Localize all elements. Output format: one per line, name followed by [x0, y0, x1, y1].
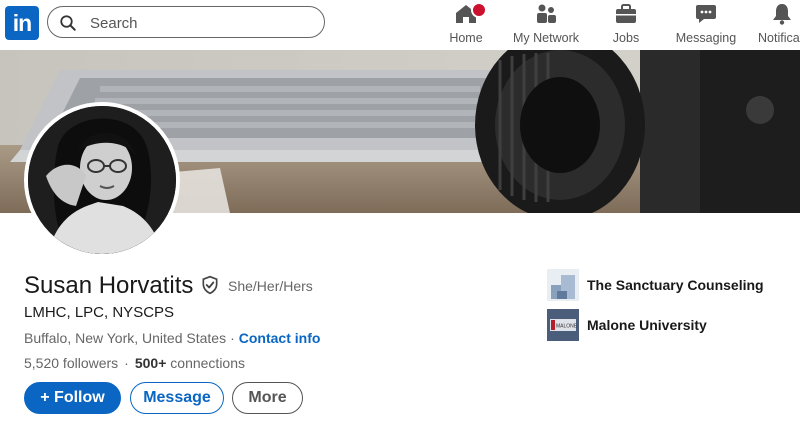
more-button[interactable]: More — [232, 382, 303, 414]
followers-count: 5,520 followers — [24, 355, 119, 371]
org-name-sanctuary: The Sanctuary Counseling — [587, 277, 764, 293]
malone-logo: MALONE — [547, 309, 579, 341]
network-icon — [537, 4, 556, 23]
profile-location-row: Buffalo, New York, United States · Contact… — [24, 330, 320, 346]
connections-count[interactable]: 500+ — [135, 355, 167, 371]
profile-card: Susan Horvatits She/Her/Hers LMHC, LPC, … — [0, 50, 800, 437]
malone-logo-text: MALONE — [556, 324, 578, 330]
nav-label-messaging: Messaging — [675, 31, 737, 45]
nav-label-notifications: Notificati — [758, 31, 800, 45]
nav-label-home: Home — [449, 31, 483, 45]
profile-avatar[interactable] — [24, 102, 180, 258]
global-nav: in Home My Network Jobs — [0, 0, 800, 51]
separator-dot: · — [124, 355, 129, 371]
bell-icon — [773, 4, 791, 25]
search-icon — [60, 15, 76, 31]
profile-headline: LMHC, LPC, NYSCPS — [24, 304, 175, 321]
search-input[interactable] — [88, 11, 317, 35]
search-box[interactable] — [47, 6, 325, 38]
notification-badge — [471, 2, 487, 18]
connections-label[interactable]: connections — [170, 355, 245, 371]
nav-label-my-network: My Network — [513, 31, 579, 45]
sanctuary-logo — [547, 269, 579, 301]
profile-location: Buffalo, New York, United States — [24, 330, 227, 346]
nav-item-messaging[interactable]: Messaging — [675, 2, 737, 48]
profile-pronouns: She/Her/Hers — [228, 278, 313, 294]
nav-item-jobs[interactable]: Jobs — [607, 2, 645, 48]
messaging-icon — [696, 5, 716, 23]
avatar-image — [28, 106, 176, 254]
contact-info-link[interactable]: Contact info — [239, 330, 321, 346]
follow-button[interactable]: + Follow — [24, 382, 121, 414]
profile-stats-row: 5,520 followers · 500+ connections — [24, 355, 245, 371]
verified-shield-icon[interactable] — [200, 275, 220, 295]
nav-item-my-network[interactable]: My Network — [511, 2, 581, 48]
org-name-malone: Malone University — [587, 317, 707, 333]
nav-item-notifications[interactable]: Notificati — [752, 2, 800, 48]
nav-label-jobs: Jobs — [612, 31, 640, 45]
separator-dot: · — [230, 330, 235, 346]
message-button[interactable]: Message — [130, 382, 224, 414]
linkedin-logo[interactable]: in — [5, 6, 39, 40]
briefcase-icon — [616, 4, 636, 23]
nav-item-home[interactable]: Home — [447, 2, 487, 48]
profile-name: Susan Horvatits — [24, 272, 194, 299]
